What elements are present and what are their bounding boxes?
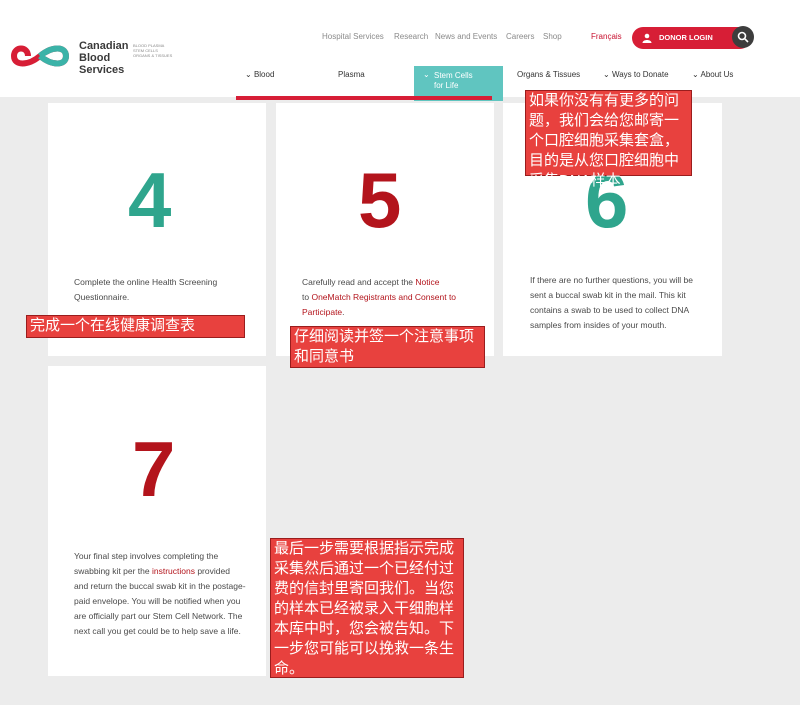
step-card-7: 7 Your final step involves completing th…: [48, 366, 266, 676]
active-section-bar: [236, 96, 492, 100]
donor-login-label: DONOR LOGIN: [659, 33, 713, 42]
nav-shop[interactable]: Shop: [543, 32, 562, 41]
nav-organs-tissues[interactable]: Organs & Tissues: [517, 70, 580, 79]
nav-about-us[interactable]: ⌄ About Us: [692, 70, 733, 79]
canadian-blood-services-logo[interactable]: [8, 38, 72, 74]
notice-link[interactable]: Notice: [415, 277, 439, 287]
logo-wordmark: Canadian Blood Services: [79, 40, 129, 76]
step-description: Carefully read and accept the Notice to O…: [302, 277, 457, 317]
annotation-step-4: 完成一个在线健康调查表: [26, 315, 245, 338]
step-number: 4: [128, 156, 172, 244]
annotation-step-5: 仔细阅读并签一个注意事项和同意书: [290, 326, 485, 368]
nav-ways-to-donate[interactable]: ⌄ Ways to Donate: [603, 70, 669, 79]
step-description: If there are no further questions, you w…: [530, 275, 694, 330]
nav-careers[interactable]: Careers: [506, 32, 534, 41]
step-number: 7: [132, 425, 176, 513]
annotation-step-6: 如果你没有有更多的问题，我们会给您邮寄一个口腔细胞采集套盒，目的是从您口腔细胞中…: [525, 90, 692, 189]
nav-hospital-services[interactable]: Hospital Services: [322, 32, 384, 41]
step-description: Your final step involves completing the …: [74, 551, 246, 636]
chevron-down-icon: ⌄: [423, 70, 430, 79]
nav-blood[interactable]: ⌄ Blood: [245, 70, 274, 79]
step-number: 5: [358, 156, 402, 244]
user-icon: [642, 33, 652, 43]
logo-tagline: BLOOD PLASMA STEM CELLS ORGANS & TISSUES: [133, 43, 173, 58]
chevron-down-icon: ⌄: [245, 70, 254, 79]
language-toggle[interactable]: Français: [591, 32, 622, 41]
instructions-link[interactable]: instructions: [152, 566, 195, 576]
step-card-5: 5 Carefully read and accept the Notice to…: [276, 103, 494, 356]
consent-link[interactable]: OneMatch Registrants and Consent to Part…: [302, 292, 456, 317]
step-description: Complete the online Health Screening Que…: [74, 277, 218, 302]
chevron-down-icon: ⌄: [603, 70, 612, 79]
search-icon: [737, 31, 749, 43]
nav-plasma[interactable]: Plasma: [338, 70, 365, 79]
nav-news-events[interactable]: News and Events: [435, 32, 497, 41]
annotation-step-7: 最后一步需要根据指示完成采集然后通过一个已经付过费的信封里寄回我们。当您的样本已…: [270, 538, 464, 678]
search-button[interactable]: [732, 26, 754, 48]
nav-research[interactable]: Research: [394, 32, 428, 41]
site-header: Canadian Blood Services BLOOD PLASMA STEM …: [0, 0, 800, 97]
